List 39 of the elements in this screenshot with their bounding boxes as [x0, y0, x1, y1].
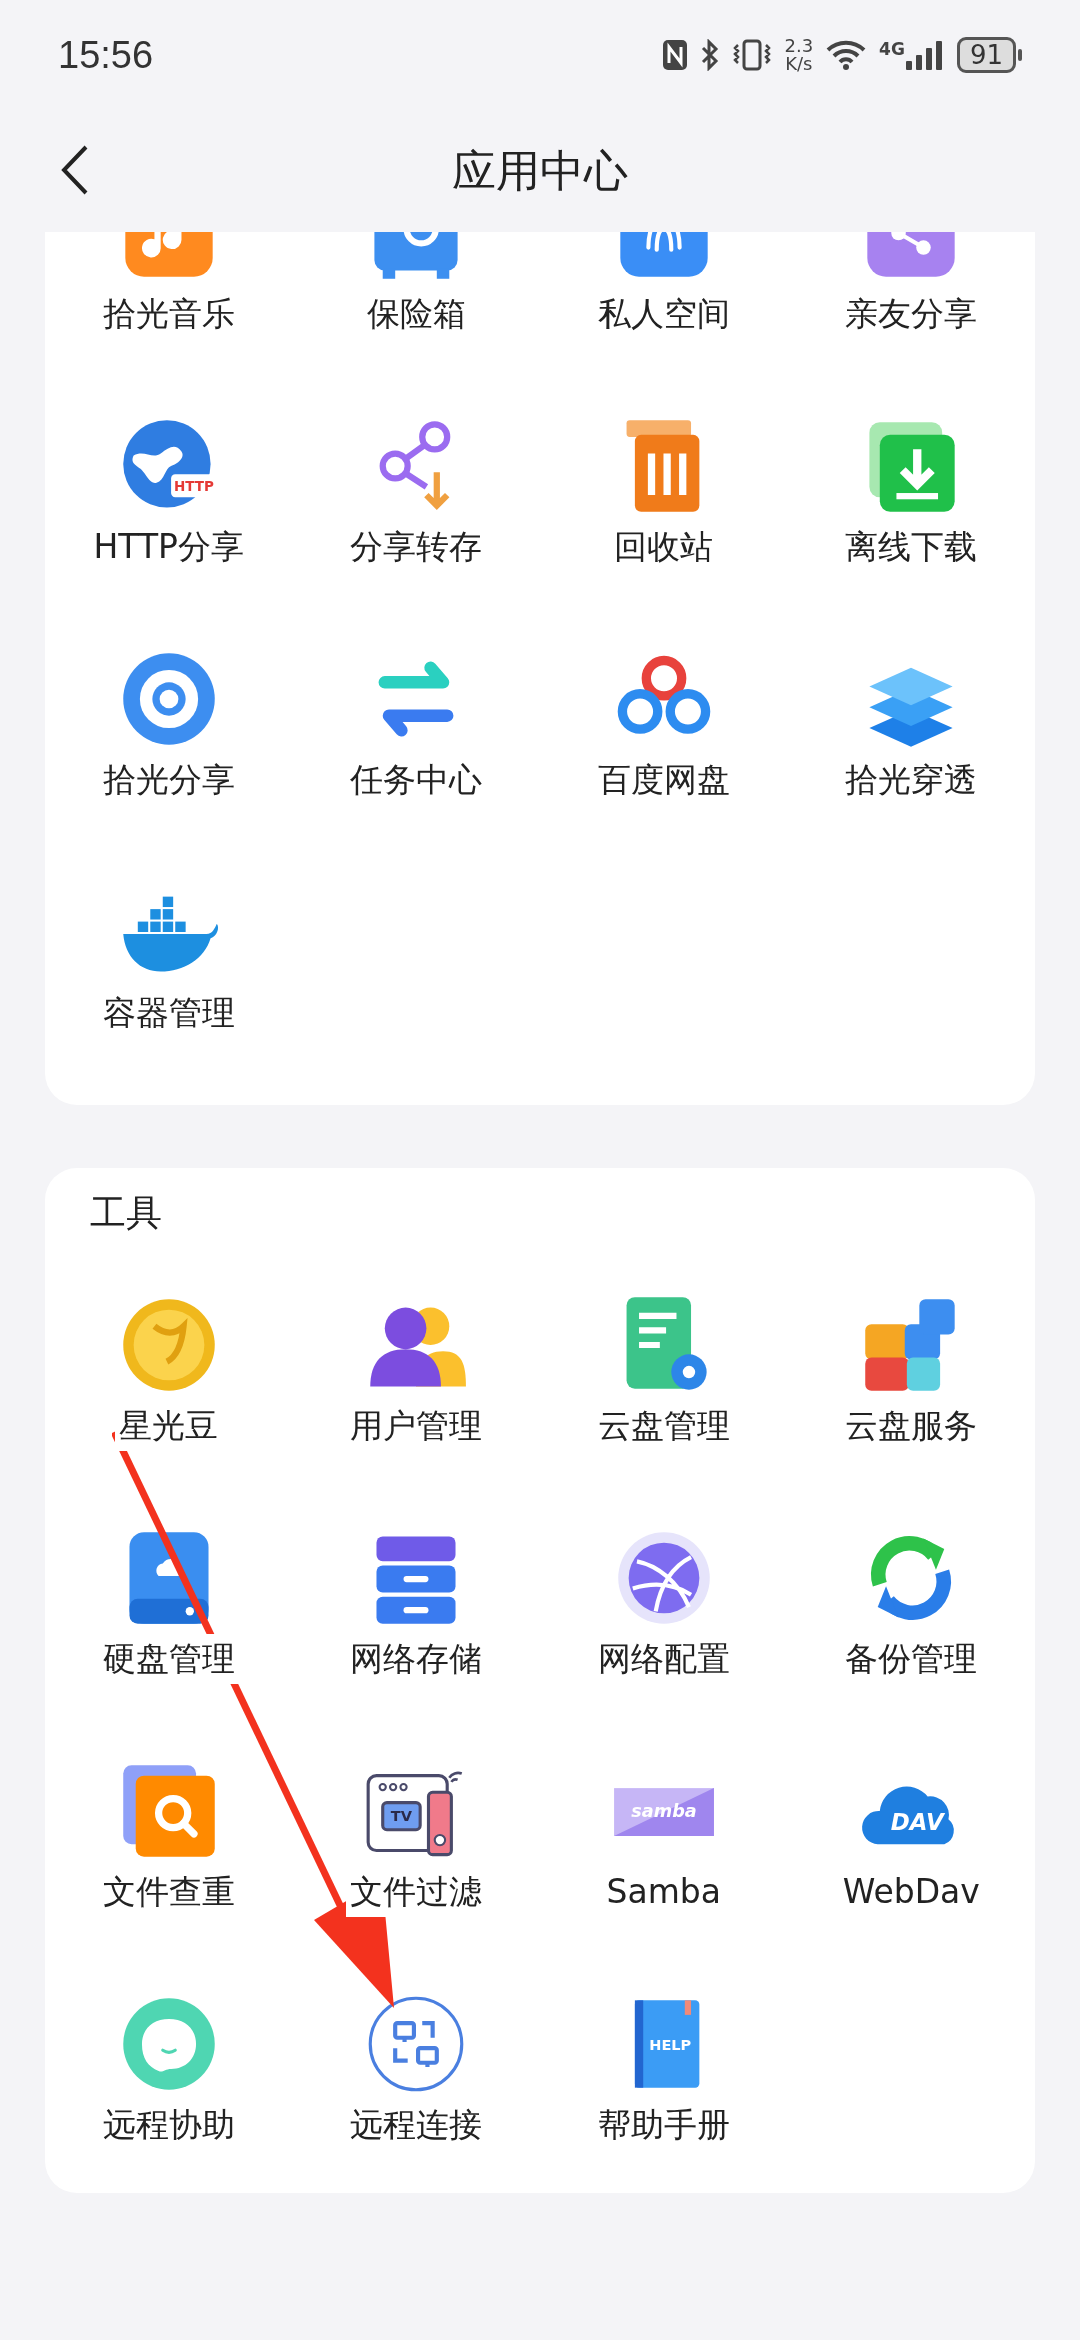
speed-value: 2.3 [784, 37, 814, 55]
app-button[interactable]: HTTP HTTP分享 [45, 382, 293, 615]
app-button[interactable]: 亲友分享 [787, 232, 1035, 382]
app-button[interactable]: 远程协助 [45, 1960, 293, 2193]
network-type: 4G [879, 39, 905, 59]
app-button[interactable]: 任务中心 [292, 615, 540, 848]
nfc-icon [662, 39, 689, 71]
app-button[interactable]: 百度网盘 [540, 615, 788, 848]
speed-unit: K/s [785, 55, 813, 73]
app-button[interactable]: 离线下载 [787, 382, 1035, 615]
app-button[interactable]: 拾光穿透 [787, 615, 1035, 848]
app-button[interactable]: HELP 帮助手册 [540, 1960, 788, 2193]
page-title: 应用中心 [452, 143, 628, 198]
status-time: 15:56 [58, 33, 154, 77]
app-button[interactable]: 远程连接 [292, 1960, 540, 2193]
app-button[interactable]: 拾光音乐 [45, 232, 293, 382]
section-title: 工具 [89, 1191, 163, 1235]
app-button[interactable]: 备份管理 [787, 1494, 1035, 1727]
app-button[interactable]: 云盘服务 [787, 1261, 1035, 1494]
signal-icon [904, 39, 945, 71]
back-icon [60, 144, 90, 196]
app-button[interactable]: 网络配置 [540, 1494, 788, 1727]
app-button[interactable]: 网络存储 [292, 1494, 540, 1727]
wifi-icon [825, 39, 868, 71]
app-button[interactable]: 文件查重 [45, 1727, 293, 1960]
app-button[interactable]: 拾光分享 [45, 615, 293, 848]
app-button[interactable]: 星光豆 [45, 1261, 293, 1494]
app-button[interactable]: 云盘管理 [540, 1261, 788, 1494]
app-button[interactable]: 用户管理 [292, 1261, 540, 1494]
app-button[interactable]: 硬盘管理 [45, 1494, 293, 1727]
app-button[interactable]: 私人空间 [540, 232, 788, 382]
app-button[interactable]: 容器管理 [45, 848, 293, 1081]
vibrate-icon [732, 39, 773, 71]
app-button[interactable]: 保险箱 [292, 232, 540, 382]
app-button[interactable]: 回收站 [540, 382, 788, 615]
bluetooth-icon [700, 39, 721, 71]
app-button[interactable]: samba Samba [540, 1727, 788, 1960]
app-button[interactable]: 分享转存 [292, 382, 540, 615]
app-button[interactable]: DAV WebDav [787, 1727, 1035, 1960]
